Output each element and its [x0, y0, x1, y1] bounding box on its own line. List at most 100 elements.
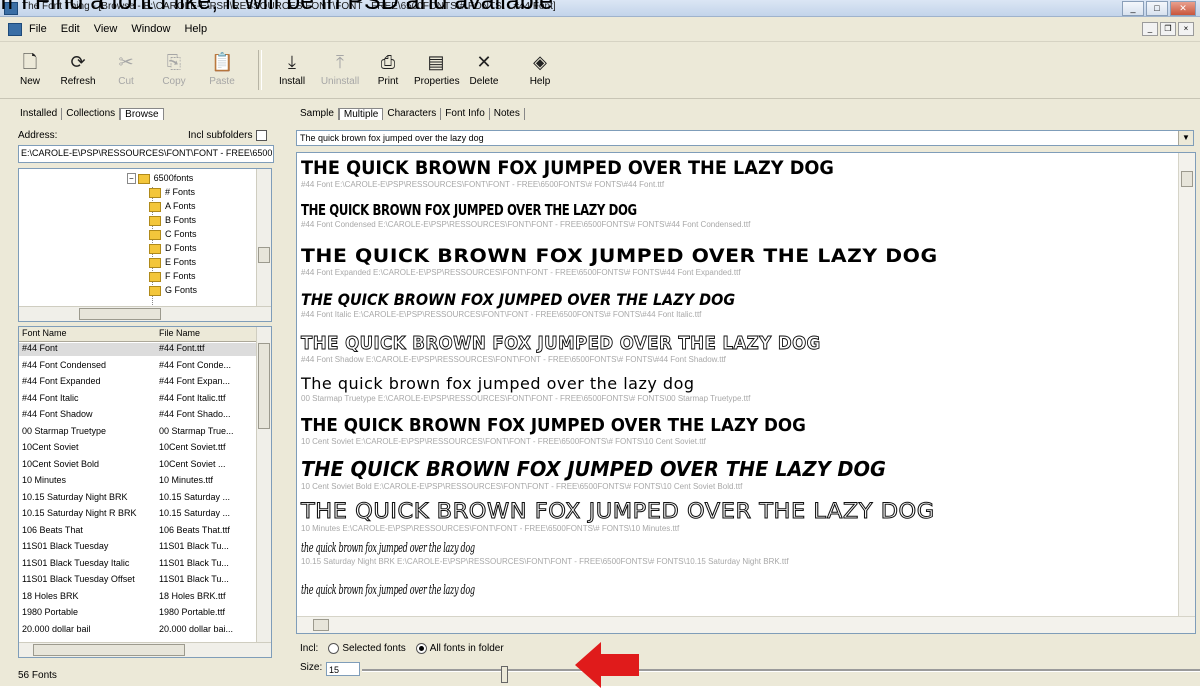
child-close-button[interactable]: ×	[1178, 22, 1194, 36]
font-list-row[interactable]: #44 Font Condensed #44 Font Conde...	[19, 360, 257, 373]
font-preview-item[interactable]: the quick brown fox jumped over the lazy…	[301, 541, 789, 566]
tree-node-c-fonts[interactable]: C Fonts	[149, 229, 197, 240]
scroll-thumb[interactable]	[79, 308, 161, 320]
tree-vertical-scrollbar[interactable]	[256, 169, 271, 307]
tab-characters[interactable]: Characters	[383, 108, 442, 120]
menu-file[interactable]: File	[22, 23, 54, 35]
radio-circle[interactable]	[328, 643, 340, 654]
font-name-cell: 11S01 Black Tuesday Italic	[22, 557, 130, 568]
font-list-row[interactable]: 20.000 dollar bail 20.000 dollar bai...	[19, 624, 257, 637]
font-preview-item[interactable]: The quick brown fox jumped over the lazy…	[301, 374, 750, 403]
tab-notes[interactable]: Notes	[490, 108, 525, 120]
child-minimize-button[interactable]: _	[1142, 22, 1158, 36]
font-sample-text: THE QUICK BROWN FOX JUMPED OVER THE LAZY…	[301, 333, 821, 355]
paste-button[interactable]: 📋 Paste	[200, 48, 244, 94]
checkbox-box[interactable]	[256, 130, 268, 141]
font-list-horizontal-scrollbar[interactable]	[19, 642, 271, 657]
menu-view[interactable]: View	[87, 23, 125, 35]
tree-node-6500fonts[interactable]: −6500fonts	[127, 173, 193, 184]
address-field[interactable]: E:\CAROLE-E\PSP\RESSOURCES\FONT\FONT - F…	[18, 145, 274, 163]
copy-button[interactable]: ⎘ Copy	[152, 48, 196, 94]
properties-button[interactable]: ▤ Properties	[414, 48, 460, 94]
chevron-down-icon[interactable]: ▼	[1178, 131, 1193, 145]
preview-horizontal-scrollbar[interactable]	[297, 616, 1195, 633]
tab-sample[interactable]: Sample	[296, 108, 339, 120]
preview-vertical-scrollbar[interactable]	[1178, 153, 1195, 617]
cut-button[interactable]: ✂ Cut	[104, 48, 148, 94]
scroll-thumb[interactable]	[258, 247, 270, 263]
font-list-row[interactable]: 11S01 Black Tuesday Offset 11S01 Black Tu…	[19, 574, 257, 587]
size-slider-thumb[interactable]	[501, 666, 508, 683]
scroll-thumb[interactable]	[258, 343, 270, 429]
column-font-name[interactable]: Font Name	[22, 328, 67, 338]
font-list-row[interactable]: 1980 Portable 1980 Portable.ttf	[19, 607, 257, 620]
folder-tree[interactable]: −6500fonts # Fonts A Fonts B Fonts C Fon…	[18, 168, 272, 322]
column-file-name[interactable]: File Name	[159, 328, 200, 338]
menu-window[interactable]: Window	[124, 23, 177, 35]
font-list-row[interactable]: 11S01 Black Tuesday Italic 11S01 Black Tu…	[19, 558, 257, 571]
print-button[interactable]: ⎙ Print	[366, 48, 410, 94]
font-preview-item[interactable]: the quick brown fox jumped over the lazy…	[301, 583, 581, 599]
tab-browse[interactable]: Browse	[120, 108, 164, 120]
tree-node-f-fonts[interactable]: F Fonts	[149, 271, 196, 282]
font-list[interactable]: Font Name File Name #44 Font #44 Font.ttf…	[18, 326, 272, 658]
font-preview-list[interactable]: THE QUICK BROWN FOX JUMPED OVER THE LAZY…	[296, 152, 1196, 634]
font-list-row[interactable]: 10 Minutes 10 Minutes.ttf	[19, 475, 257, 488]
sample-text-combobox[interactable]: The quick brown fox jumped over the lazy…	[296, 130, 1194, 146]
tree-node-hash-fonts[interactable]: # Fonts	[149, 187, 195, 198]
delete-button[interactable]: ✕ Delete	[462, 48, 506, 94]
size-input[interactable]: 15	[326, 662, 360, 676]
font-list-row[interactable]: #44 Font Italic #44 Font Italic.ttf	[19, 393, 257, 406]
font-preview-item[interactable]: THE QUICK BROWN FOX JUMPED OVER THE LAZY…	[301, 245, 937, 277]
font-preview-item[interactable]: THE QUICK BROWN FOX JUMPED OVER THE LAZY…	[301, 415, 844, 446]
menu-help[interactable]: Help	[177, 23, 214, 35]
scroll-thumb[interactable]	[33, 644, 185, 656]
tree-horizontal-scrollbar[interactable]	[19, 306, 271, 321]
tab-multiple[interactable]: Multiple	[338, 108, 384, 120]
menu-edit[interactable]: Edit	[54, 23, 87, 35]
child-restore-button[interactable]: ❐	[1160, 22, 1176, 36]
font-list-row[interactable]: 106 Beats That 106 Beats That.ttf	[19, 525, 257, 538]
refresh-button[interactable]: ⟳ Refresh	[56, 48, 100, 94]
font-preview-item[interactable]: THE QUICK BROWN FOX JUMPED OVER THE LAZY…	[301, 157, 874, 189]
new-button[interactable]: 🗋 New	[8, 48, 52, 94]
application-window: The Font Thing - [Browse - E:\CAROLE-E\P…	[0, 0, 1200, 686]
font-preview-item[interactable]: THE QUICK BROWN FOX JUMPED OVER THE LAZY…	[301, 201, 750, 229]
font-list-vertical-scrollbar[interactable]	[256, 327, 271, 643]
file-name-cell: 11S01 Black Tu...	[159, 574, 229, 584]
uninstall-button[interactable]: ⤒ Uninstall	[318, 48, 362, 94]
tree-node-e-fonts[interactable]: E Fonts	[149, 257, 196, 268]
tree-node-d-fonts[interactable]: D Fonts	[149, 243, 197, 254]
font-list-row[interactable]: #44 Font Shadow #44 Font Shado...	[19, 409, 257, 422]
incl-subfolders-checkbox[interactable]: Incl subfolders	[188, 130, 268, 141]
font-preview-item[interactable]: THE QUICK BROWN FOX JUMPED OVER THE LAZY…	[301, 457, 904, 491]
red-arrow-annotation	[575, 642, 639, 688]
tree-node-a-fonts[interactable]: A Fonts	[149, 201, 196, 212]
tree-node-g-fonts[interactable]: G Fonts	[149, 285, 197, 296]
font-preview-item[interactable]: THE QUICK BROWN FOX JUMPED OVER THE LAZY…	[300, 499, 934, 534]
font-list-row[interactable]: 10.15 Saturday Night BRK 10.15 Saturday .…	[19, 492, 257, 505]
font-list-row[interactable]: 18 Holes BRK 18 Holes BRK.ttf	[19, 591, 257, 604]
font-list-row[interactable]: 10Cent Soviet Bold 10Cent Soviet ...	[19, 459, 257, 472]
radio-circle-checked[interactable]	[415, 643, 427, 654]
font-list-row[interactable]: 10.15 Saturday Night R BRK 10.15 Saturday…	[19, 508, 257, 521]
tab-installed[interactable]: Installed	[16, 108, 63, 120]
font-list-row[interactable]: #44 Font Expanded #44 Font Expan...	[19, 376, 257, 389]
scroll-thumb[interactable]	[1181, 171, 1193, 187]
font-list-row[interactable]: 11S01 Black Tuesday 11S01 Black Tu...	[19, 541, 257, 554]
tab-font-info[interactable]: Font Info	[441, 108, 490, 120]
help-button[interactable]: ◈ Help	[518, 48, 562, 94]
font-list-row[interactable]: #44 Font #44 Font.ttf	[19, 343, 257, 356]
font-list-row[interactable]: 00 Starmap Truetype 00 Starmap True...	[19, 426, 257, 439]
tree-node-b-fonts[interactable]: B Fonts	[149, 215, 196, 226]
size-slider[interactable]	[362, 666, 1200, 683]
font-preview-item[interactable]: THE QUICK BROWN FOX JUMPED OVER THE LAZY…	[301, 333, 866, 365]
scroll-thumb[interactable]	[313, 619, 329, 631]
install-button[interactable]: ⤓ Install	[270, 48, 314, 94]
selected-fonts-radio[interactable]: Selected fonts	[328, 643, 406, 654]
font-list-row[interactable]: 10Cent Soviet 10Cent Soviet.ttf	[19, 442, 257, 455]
font-preview-item[interactable]: THE QUICK BROWN FOX JUMPED OVER THE LAZY…	[301, 290, 783, 319]
all-fonts-radio[interactable]: All fonts in folder	[415, 643, 504, 654]
tab-collections[interactable]: Collections	[62, 108, 121, 120]
folder-icon	[149, 215, 161, 226]
